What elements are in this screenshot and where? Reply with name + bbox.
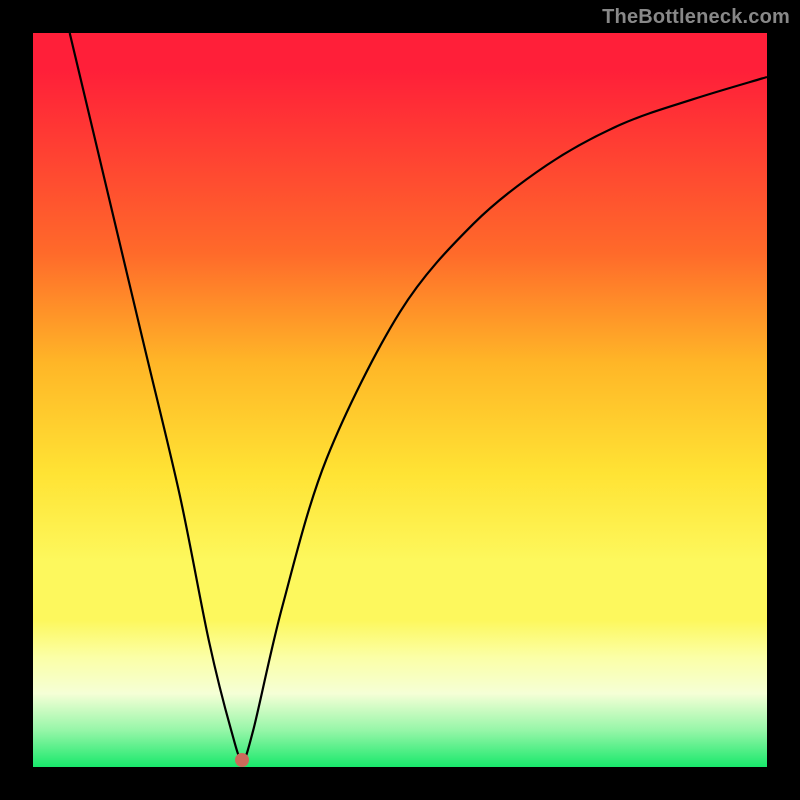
watermark-text: TheBottleneck.com xyxy=(602,6,790,29)
optimal-point-marker xyxy=(235,753,249,767)
plot-area xyxy=(33,33,767,767)
bottleneck-curve xyxy=(33,33,767,767)
chart-frame: TheBottleneck.com xyxy=(0,0,800,800)
